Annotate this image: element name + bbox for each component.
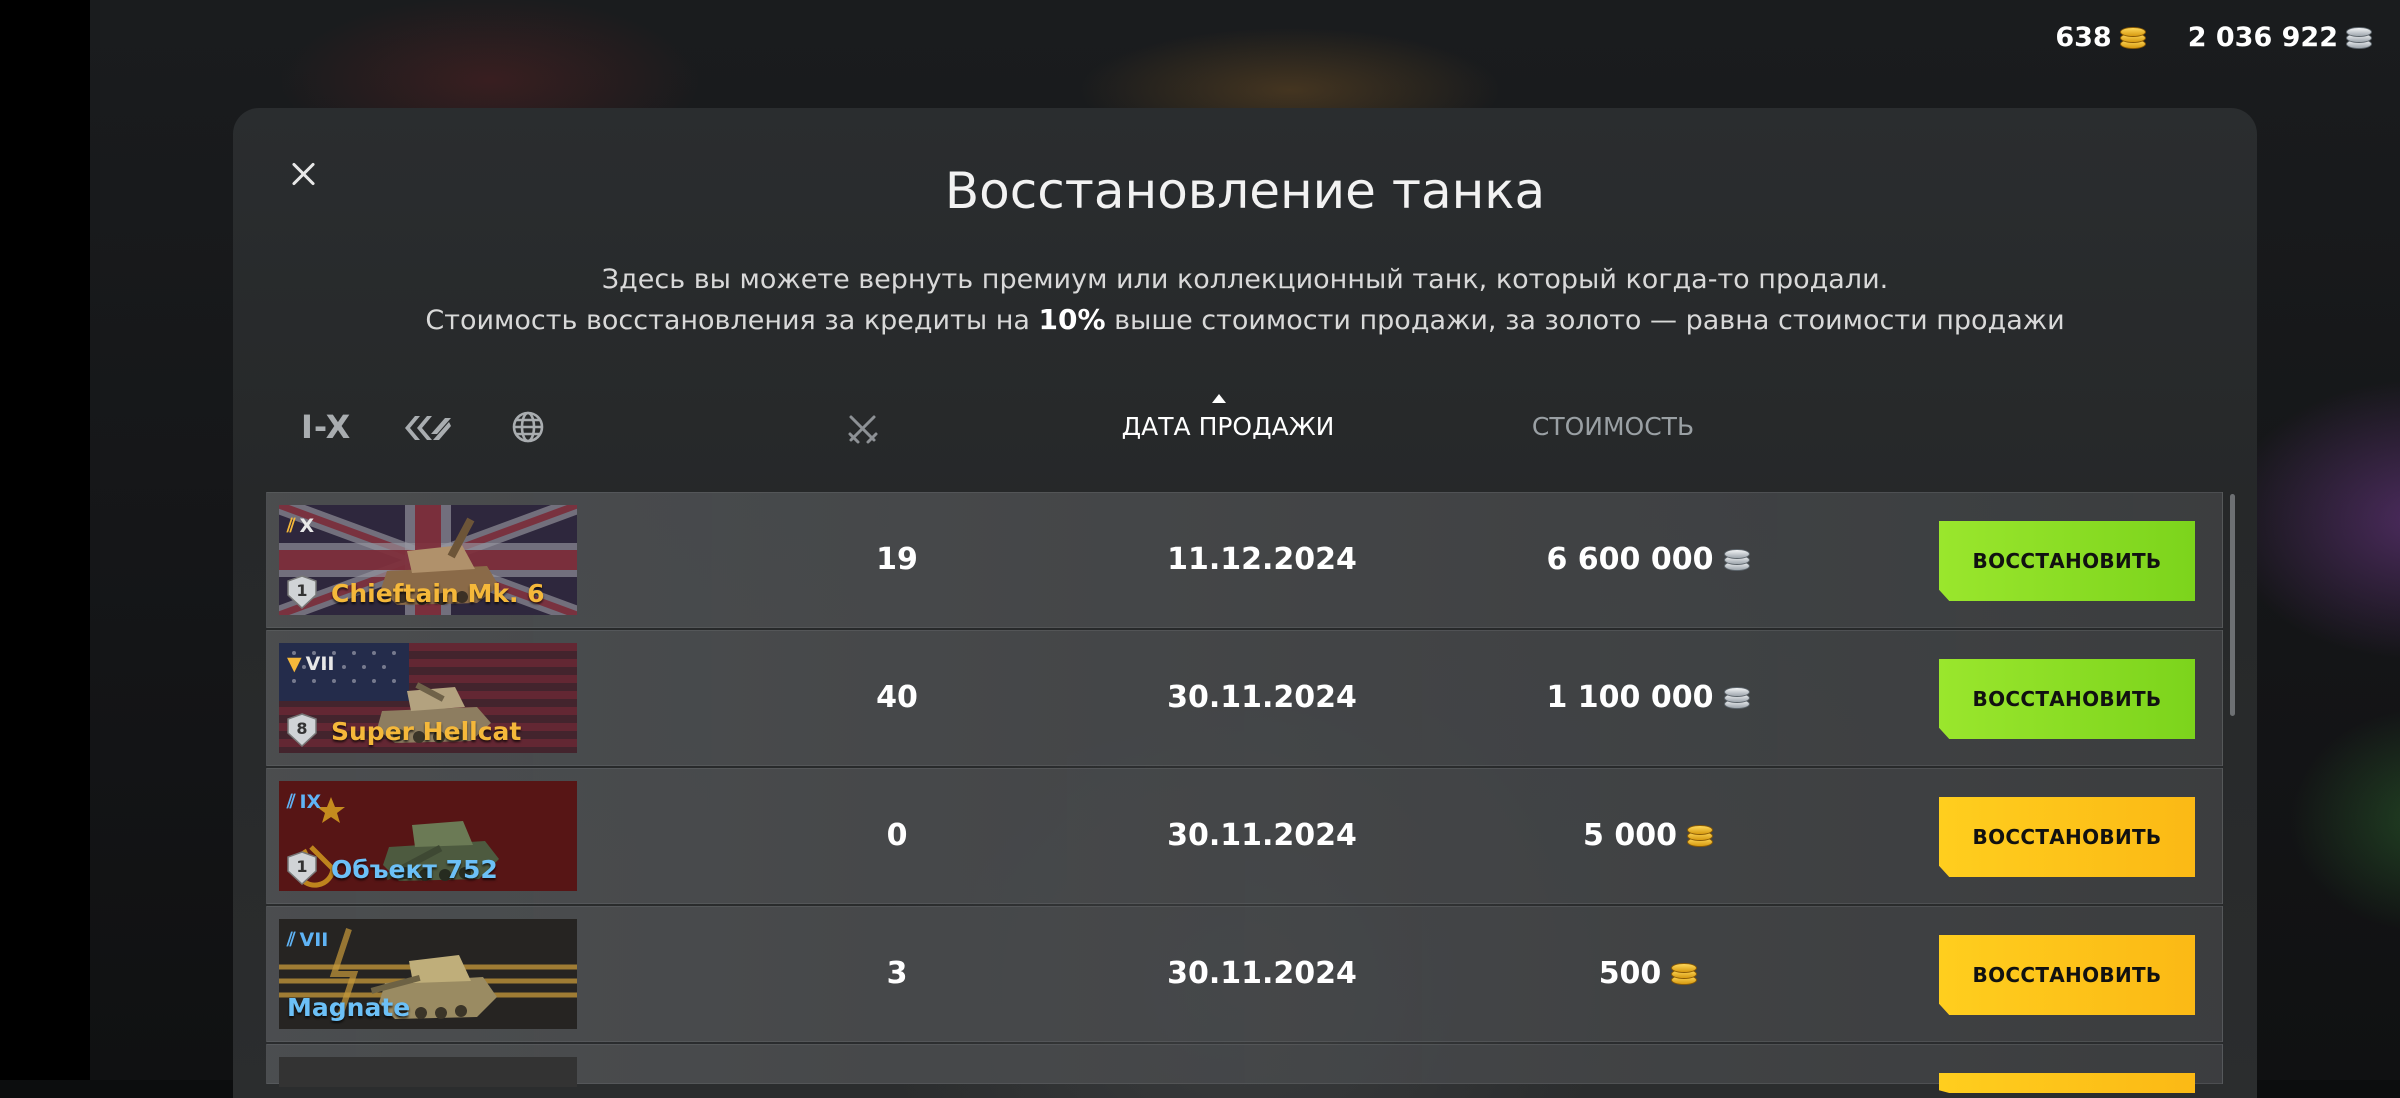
description-line-2: Стоимость восстановления за кредиты на 1… (233, 300, 2257, 341)
tank-thumbnail (279, 1057, 577, 1087)
gold-balance: 638 (2055, 22, 2146, 53)
nation-filter-globe-icon[interactable] (511, 410, 545, 444)
tank-thumbnail: ⫽ IX 1 Объект 752 (279, 781, 577, 891)
tank-list: ⫽ X 1 Chieftain Mk. 6 19 11.12.2024 6 600… (266, 492, 2223, 1093)
dialog-description: Здесь вы можете вернуть премиум или колл… (233, 260, 2257, 341)
sale-date: 30.11.2024 (1167, 956, 1357, 991)
restore-cost: 6 600 000 (1487, 542, 1807, 577)
percent-highlight: 10% (1038, 303, 1106, 336)
battles-count: 0 (886, 818, 908, 853)
gold-coins-icon (1671, 962, 1698, 985)
credits-amount: 2 036 922 (2187, 22, 2338, 53)
currency-bar: 638 2 036 922 (2055, 22, 2372, 53)
cost-value: 500 (1598, 956, 1662, 991)
restore-button[interactable]: ВОССТАНОВИТЬ (1939, 659, 2195, 739)
tank-tier: VII (299, 929, 329, 951)
column-header-cost[interactable]: СТОИМОСТЬ (1493, 412, 1733, 441)
table-row: ⫽ IX 1 Объект 752 0 30.11.2024 5 000 ВОСС… (266, 768, 2223, 904)
mastery-badge-icon (287, 575, 317, 609)
list-scrollbar[interactable] (2230, 494, 2235, 716)
credits-coins-icon (1723, 686, 1750, 709)
table-header: I-X ДАТА ПРОДАЖИ СТОИМОСТЬ (233, 394, 2257, 448)
tank-tier: IX (299, 791, 322, 813)
description-line-1: Здесь вы можете вернуть премиум или колл… (601, 264, 1889, 295)
screen-edge (0, 0, 90, 1080)
tank-restore-dialog: Восстановление танка Здесь вы можете вер… (233, 108, 2257, 1098)
restore-cost: 1 100 000 (1487, 680, 1807, 715)
tank-name: Super Hellcat (331, 717, 522, 746)
gold-coins-icon (1686, 824, 1713, 847)
credits-coins-icon (1723, 548, 1750, 571)
restore-cost: 5 000 (1487, 818, 1807, 853)
restore-button[interactable] (1939, 1073, 2195, 1093)
vehicle-class-filter-icon[interactable] (403, 414, 453, 442)
mastery-badge-icon (287, 851, 317, 885)
description-text: Стоимость восстановления за кредиты на (425, 305, 1039, 336)
tank-name: Chieftain Mk. 6 (331, 579, 545, 608)
table-row: ⫽ X 1 Chieftain Mk. 6 19 11.12.2024 6 600… (266, 492, 2223, 628)
restore-button[interactable]: ВОССТАНОВИТЬ (1939, 521, 2195, 601)
tank-tier: VII (305, 653, 335, 675)
tier-filter-button[interactable]: I-X (301, 408, 351, 446)
table-row: ▼ VII 8 Super Hellcat 40 30.11.2024 1 100… (266, 630, 2223, 766)
column-header-sale-date[interactable]: ДАТА ПРОДАЖИ (1108, 412, 1348, 441)
battles-count: 40 (876, 680, 918, 715)
sale-date: 30.11.2024 (1167, 818, 1357, 853)
restore-cost: 500 (1487, 956, 1807, 991)
gold-coins-icon (2119, 26, 2146, 49)
battles-count: 19 (876, 542, 918, 577)
restore-button[interactable]: ВОССТАНОВИТЬ (1939, 935, 2195, 1015)
table-row (266, 1044, 2223, 1093)
restore-button[interactable]: ВОССТАНОВИТЬ (1939, 797, 2195, 877)
tank-tier-label: ⫽ X (287, 515, 315, 537)
cost-value: 6 600 000 (1546, 542, 1714, 577)
dialog-title: Восстановление танка (944, 162, 1546, 220)
description-text: выше стоимости продажи, за золото — равн… (1105, 305, 2065, 336)
gold-amount: 638 (2055, 22, 2112, 53)
sale-date: 30.11.2024 (1167, 680, 1357, 715)
tank-name: Объект 752 (331, 855, 498, 884)
credits-coins-icon (2346, 26, 2372, 49)
tank-tier: X (299, 515, 315, 537)
sort-ascending-icon (1212, 394, 1226, 403)
sale-date: 11.12.2024 (1167, 542, 1357, 577)
cost-value: 5 000 (1583, 818, 1677, 853)
tank-tier-label: ⫽ VII (287, 929, 329, 951)
credits-balance: 2 036 922 (2187, 22, 2372, 53)
tank-name: Magnate (287, 993, 411, 1022)
tank-thumbnail: ▼ VII 8 Super Hellcat (279, 643, 577, 753)
tank-thumbnail: ⫽ X 1 Chieftain Mk. 6 (279, 505, 577, 615)
tank-tier-label: ⫽ IX (287, 791, 322, 813)
mastery-badge-icon (287, 713, 317, 747)
tank-tier-label: ▼ VII (287, 653, 335, 675)
table-row: ⫽ VII Magnate 3 30.11.2024 500 ВОССТАНОВИ… (266, 906, 2223, 1042)
battles-count: 3 (886, 956, 908, 991)
battles-crossed-swords-icon[interactable] (846, 412, 880, 446)
tank-thumbnail: ⫽ VII Magnate (279, 919, 577, 1029)
cost-value: 1 100 000 (1546, 680, 1714, 715)
